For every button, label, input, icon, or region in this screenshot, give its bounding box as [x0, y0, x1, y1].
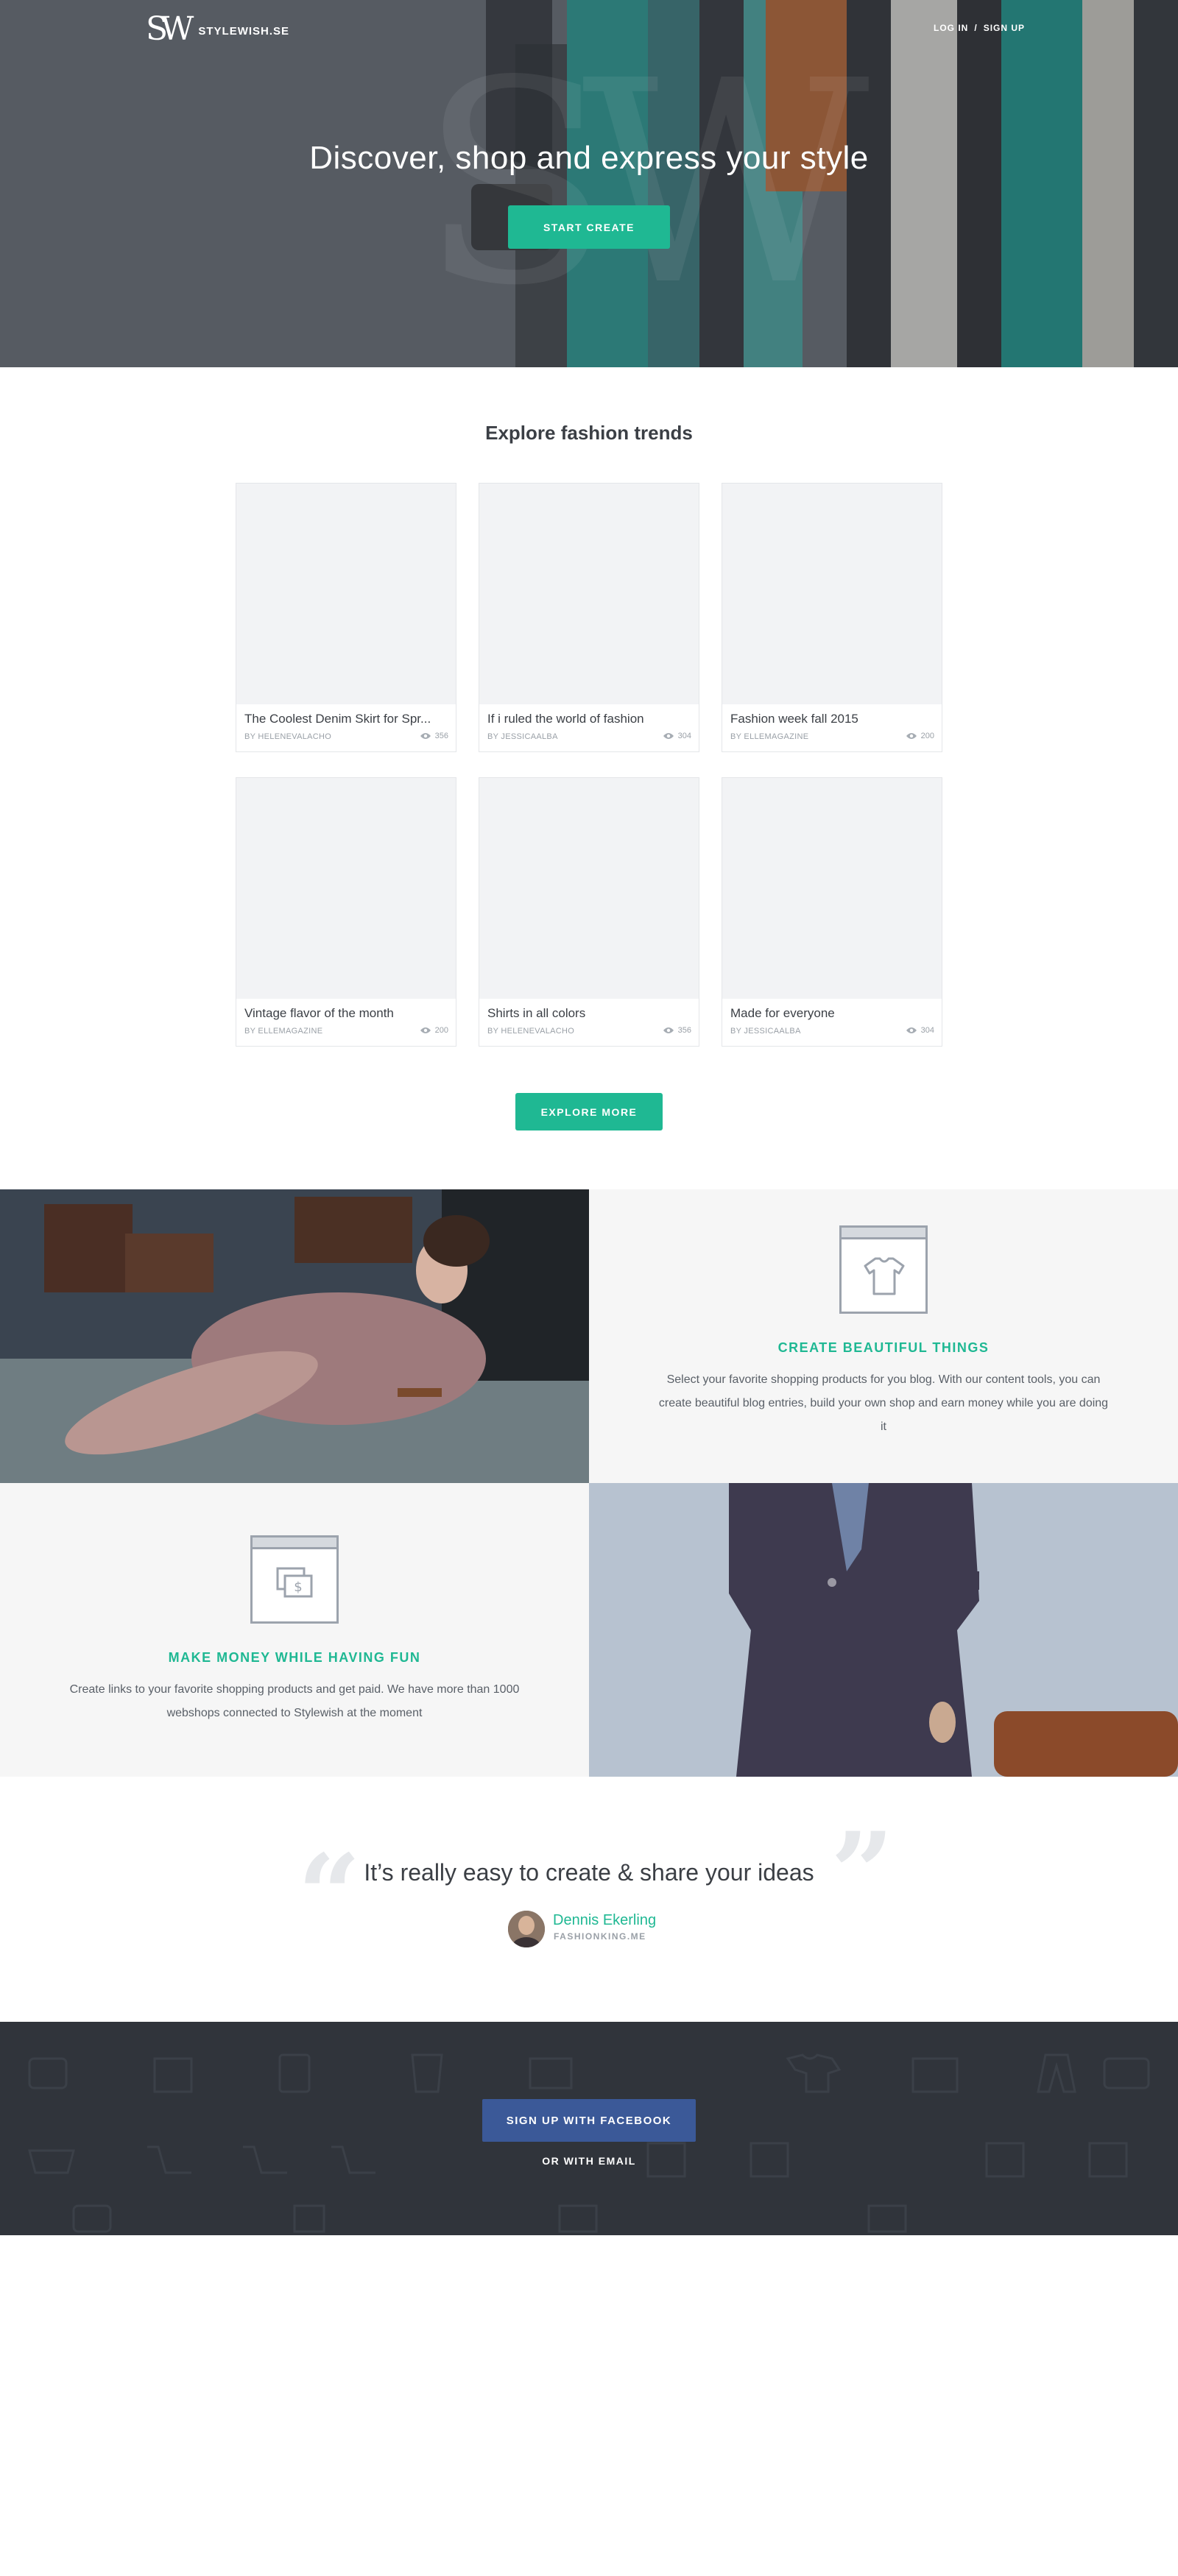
trend-card[interactable]: Shirts in all colors BY HELENEVALACHO 35…	[479, 777, 699, 1047]
eye-icon	[420, 1027, 431, 1033]
card-title: The Coolest Denim Skirt for Spr...	[244, 712, 431, 726]
auth-links: LOG IN / SIGN UP	[934, 23, 1025, 33]
feature-photo-woman	[0, 1189, 589, 1483]
card-views: 356	[663, 1026, 691, 1035]
eye-icon	[906, 1027, 917, 1033]
avatar-image	[508, 1911, 545, 1947]
card-view-count: 200	[434, 1026, 448, 1035]
feature-text: Create links to your favorite shopping p…	[69, 1683, 520, 1719]
svg-text:$: $	[294, 1579, 302, 1595]
logo[interactable]: SW STYLEWISH.SE	[146, 13, 289, 46]
feature-icon-box: $	[250, 1535, 339, 1624]
eye-icon	[663, 1027, 674, 1033]
tshirt-icon	[864, 1257, 905, 1295]
eye-icon	[420, 733, 431, 739]
card-views: 200	[906, 732, 934, 740]
woman-photo-illustration	[0, 1189, 589, 1483]
card-author: BY ELLEMAGAZINE	[730, 732, 809, 741]
card-author: BY HELENEVALACHO	[487, 1027, 575, 1036]
card-view-count: 356	[677, 1026, 691, 1035]
login-link[interactable]: LOG IN	[934, 23, 968, 33]
testimonial-site[interactable]: FASHIONKING.ME	[554, 1931, 646, 1942]
feature-photo-suit	[589, 1483, 1178, 1777]
open-quote-icon: “	[297, 1830, 361, 1960]
card-thumbnail	[236, 778, 456, 999]
trend-card[interactable]: If i ruled the world of fashion BY JESSI…	[479, 483, 699, 752]
trend-card[interactable]: Fashion week fall 2015 BY ELLEMAGAZINE 2…	[722, 483, 942, 752]
auth-separator: /	[974, 23, 978, 33]
card-author: BY HELENEVALACHO	[244, 732, 332, 741]
card-view-count: 304	[920, 1026, 934, 1035]
card-view-count: 200	[920, 732, 934, 740]
card-view-count: 356	[434, 732, 448, 740]
hero-title: Discover, shop and express your style	[309, 140, 869, 176]
card-thumbnail	[722, 484, 942, 704]
feature-text: Select your favorite shopping products f…	[658, 1373, 1109, 1433]
card-thumbnail	[479, 484, 699, 704]
feature-title: MAKE MONEY WHILE HAVING FUN	[168, 1650, 421, 1665]
card-author: BY JESSICAALBA	[730, 1027, 801, 1036]
trends-title: Explore fashion trends	[485, 422, 693, 444]
feature-panel-money	[0, 1483, 589, 1777]
explore-more-button[interactable]: EXPLORE MORE	[515, 1093, 663, 1130]
start-create-button[interactable]: START CREATE	[508, 205, 670, 249]
card-title: Vintage flavor of the month	[244, 1006, 394, 1020]
card-views: 356	[420, 732, 448, 740]
card-author: BY JESSICAALBA	[487, 732, 558, 741]
testimonial-quote: It’s really easy to create & share your …	[364, 1859, 814, 1886]
card-views: 200	[420, 1026, 448, 1035]
card-title: Made for everyone	[730, 1006, 835, 1020]
logo-text: STYLEWISH.SE	[198, 24, 290, 38]
feature-title: CREATE BEAUTIFUL THINGS	[777, 1340, 990, 1355]
hero-section: SW SW STYLEWISH.SE LOG IN / SIGN UP Disc…	[0, 0, 1178, 367]
card-views: 304	[906, 1026, 934, 1035]
money-icon: $	[276, 1567, 313, 1598]
card-view-count: 304	[677, 732, 691, 740]
avatar	[508, 1911, 545, 1947]
signup-link[interactable]: SIGN UP	[984, 23, 1025, 33]
suit-photo-illustration	[589, 1483, 1178, 1777]
eye-icon	[663, 733, 674, 739]
eye-icon	[906, 733, 917, 739]
email-signup-link[interactable]: OR WITH EMAIL	[0, 2155, 1178, 2167]
feature-icon-box	[839, 1225, 928, 1314]
trend-card[interactable]: Vintage flavor of the month BY ELLEMAGAZ…	[236, 777, 456, 1047]
card-title: If i ruled the world of fashion	[487, 712, 644, 726]
card-thumbnail	[722, 778, 942, 999]
card-title: Shirts in all colors	[487, 1006, 586, 1020]
testimonial-author[interactable]: Dennis Ekerling	[553, 1912, 656, 1929]
facebook-signup-button[interactable]: SIGN UP WITH FACEBOOK	[482, 2099, 696, 2142]
card-thumbnail	[236, 484, 456, 704]
card-title: Fashion week fall 2015	[730, 712, 858, 726]
icon-box-bar	[253, 1538, 336, 1549]
trend-card[interactable]: Made for everyone BY JESSICAALBA 304	[722, 777, 942, 1047]
card-thumbnail	[479, 778, 699, 999]
icon-box-bar	[842, 1228, 925, 1239]
hero-watermark: SW	[420, 21, 870, 347]
trend-card[interactable]: The Coolest Denim Skirt for Spr... BY HE…	[236, 483, 456, 752]
logo-mark: SW	[146, 10, 194, 48]
card-views: 304	[663, 732, 691, 740]
card-author: BY ELLEMAGAZINE	[244, 1027, 323, 1036]
